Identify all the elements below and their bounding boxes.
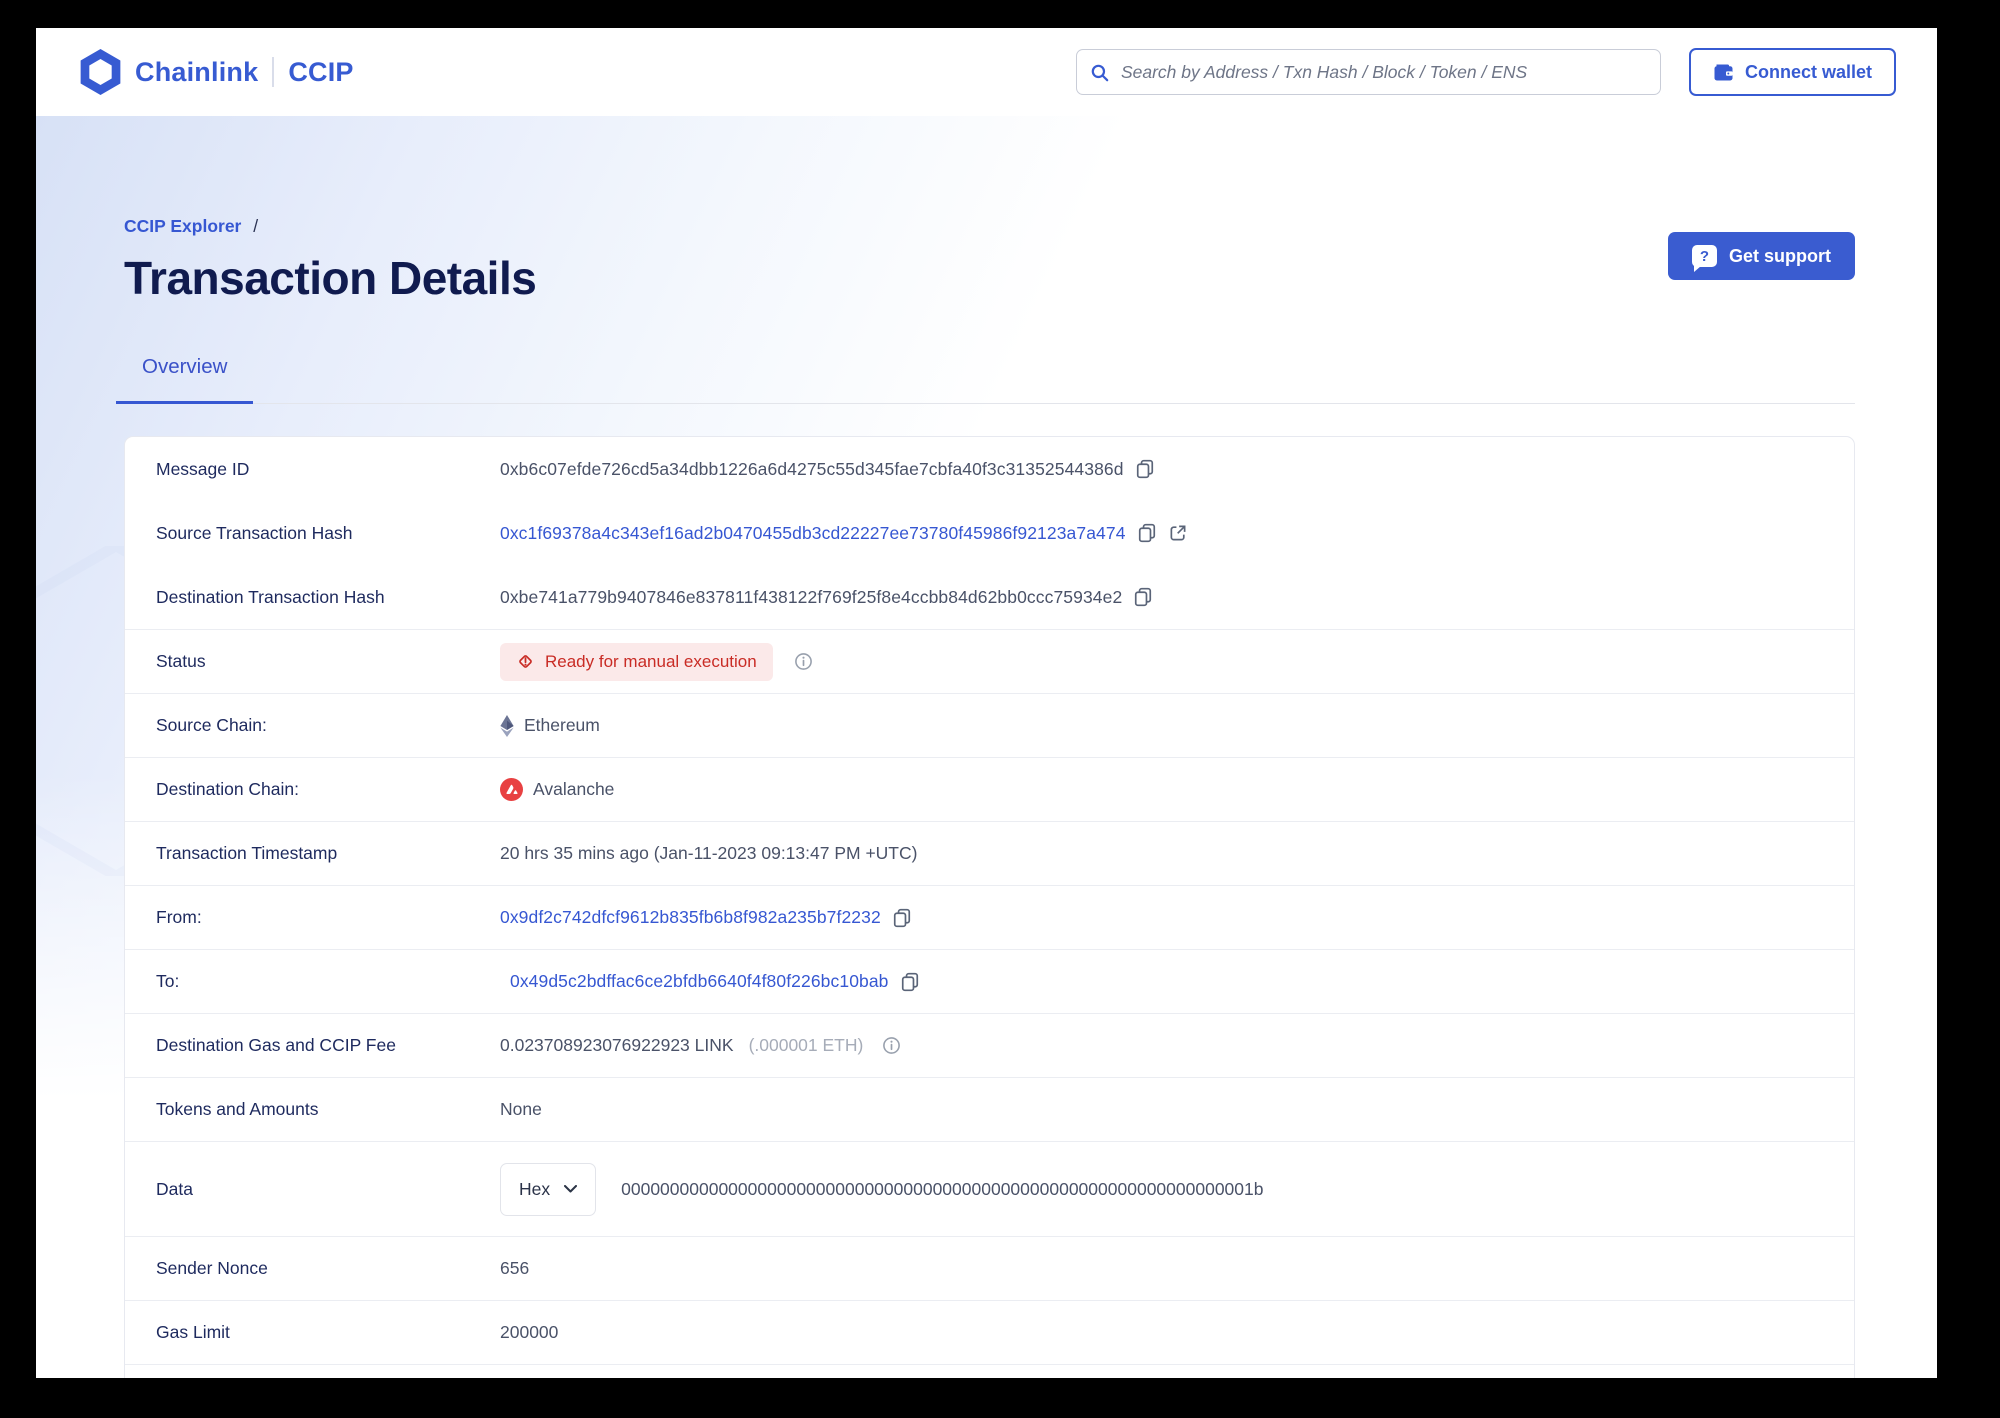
table-row-source-chain: Source Chain: Ethereum <box>125 693 1854 757</box>
source-tx-hash-link[interactable]: 0xc1f69378a4c343ef16ad2b0470455db3cd2222… <box>500 523 1126 544</box>
data-format-selected: Hex <box>519 1178 551 1199</box>
breadcrumb: CCIP Explorer / <box>124 216 536 237</box>
alert-diamond-icon <box>519 655 532 668</box>
row-label: Status <box>156 651 206 671</box>
table-row-message-id: Message ID 0xb6c07efde726cd5a34dbb1226a6… <box>125 437 1854 501</box>
table-row-source-tx-hash: Source Transaction Hash 0xc1f69378a4c343… <box>125 501 1854 565</box>
copy-icon[interactable] <box>1137 523 1157 543</box>
row-label: Destination Transaction Hash <box>156 586 385 607</box>
table-row-tokens: Tokens and Amounts None <box>125 1077 1854 1141</box>
data-format-dropdown[interactable]: Hex <box>500 1162 597 1216</box>
connect-wallet-label: Connect wallet <box>1744 61 1872 82</box>
to-address-link[interactable]: 0x49d5c2bdffac6ce2bfdb6640f4f80f226bc10b… <box>510 971 889 992</box>
source-chain-value: Ethereum <box>524 715 600 735</box>
page-header-left: CCIP Explorer / Transaction Details <box>124 216 537 305</box>
fee-value: 0.023708923076922923 LINK <box>500 1035 734 1055</box>
copy-icon[interactable] <box>892 908 912 928</box>
tab-bar: Overview <box>116 355 1855 404</box>
destination-chain-value: Avalanche <box>533 779 615 799</box>
info-icon[interactable] <box>794 652 813 671</box>
tokens-value: None <box>500 1099 542 1119</box>
row-label: From: <box>156 907 202 927</box>
chevron-down-icon <box>564 1185 578 1193</box>
row-label: Destination Gas and CCIP Fee <box>156 1035 396 1055</box>
wallet-icon <box>1714 64 1733 80</box>
message-id-value: 0xb6c07efde726cd5a34dbb1226a6d4275c55d34… <box>500 458 1124 479</box>
search-input[interactable] <box>1076 50 1660 94</box>
main-area: CCIP Explorer / Transaction Details ? Ge… <box>36 116 1937 1378</box>
ethereum-icon <box>500 714 514 737</box>
row-label: Gas Limit <box>156 1322 230 1342</box>
header-actions: Connect wallet <box>1075 48 1896 96</box>
chainlink-hexagon-icon <box>80 49 121 95</box>
fee-secondary-value: (.000001 ETH) <box>748 1035 864 1055</box>
row-label: To: <box>156 971 180 991</box>
brand-divider <box>272 57 275 87</box>
external-link-icon[interactable] <box>1168 523 1188 543</box>
data-hex-value: 0000000000000000000000000000000000000000… <box>621 1178 1264 1199</box>
top-header: Chainlink CCIP Connect wallet <box>36 28 1937 116</box>
connect-wallet-button[interactable]: Connect wallet <box>1688 48 1896 96</box>
row-label: Source Chain: <box>156 715 267 735</box>
get-support-button[interactable]: ? Get support <box>1668 232 1855 280</box>
sender-nonce-value: 656 <box>500 1258 530 1278</box>
status-badge-label: Ready for manual execution <box>545 651 757 671</box>
avalanche-icon <box>500 778 523 801</box>
from-address-link[interactable]: 0x9df2c742dfcf9612b835fb6b8f982a235b7f22… <box>500 907 881 928</box>
row-label: Transaction Timestamp <box>156 843 338 863</box>
row-label: Source Transaction Hash <box>156 522 353 543</box>
table-row-gas-limit: Gas Limit 200000 <box>125 1300 1854 1364</box>
table-row-clipped <box>125 1364 1854 1378</box>
table-row-timestamp: Transaction Timestamp 20 hrs 35 mins ago… <box>125 821 1854 885</box>
copy-icon[interactable] <box>1133 587 1153 607</box>
breadcrumb-separator: / <box>253 216 259 236</box>
destination-tx-hash-value: 0xbe741a779b9407846e837811f438122f769f25… <box>500 586 1123 607</box>
question-bubble-icon: ? <box>1692 245 1717 272</box>
get-support-label: Get support <box>1729 245 1831 266</box>
page-header: CCIP Explorer / Transaction Details ? Ge… <box>124 116 1855 305</box>
table-row-to: To: 0x49d5c2bdffac6ce2bfdb6640f4f80f226b… <box>125 949 1854 1013</box>
copy-icon[interactable] <box>900 972 920 992</box>
brand-logo[interactable]: Chainlink CCIP <box>80 49 354 95</box>
table-row-destination-chain: Destination Chain: Avalanche <box>125 757 1854 821</box>
status-badge: Ready for manual execution <box>500 642 773 681</box>
row-label: Destination Chain: <box>156 779 299 799</box>
tab-overview[interactable]: Overview <box>116 355 254 404</box>
row-label: Sender Nonce <box>156 1258 268 1278</box>
search-box <box>1075 49 1661 95</box>
timestamp-value: 20 hrs 35 mins ago (Jan-11-2023 09:13:47… <box>500 843 918 863</box>
transaction-details-card: Message ID 0xb6c07efde726cd5a34dbb1226a6… <box>124 436 1855 1378</box>
row-label: Tokens and Amounts <box>156 1099 319 1119</box>
info-icon[interactable] <box>882 1036 901 1055</box>
gas-limit-value: 200000 <box>500 1322 559 1342</box>
brand-name: Chainlink <box>135 56 259 87</box>
page-title: Transaction Details <box>124 252 537 304</box>
search-icon <box>1091 64 1109 82</box>
table-row-from: From: 0x9df2c742dfcf9612b835fb6b8f982a23… <box>125 885 1854 949</box>
table-row-fee: Destination Gas and CCIP Fee 0.023708923… <box>125 1013 1854 1077</box>
copy-icon[interactable] <box>1135 459 1155 479</box>
row-label: Message ID <box>156 458 250 479</box>
app-window: Chainlink CCIP Connect wallet <box>36 28 1937 1378</box>
table-row-sender-nonce: Sender Nonce 656 <box>125 1236 1854 1300</box>
brand-product: CCIP <box>288 56 354 87</box>
table-row-status: Status Ready for manual execution <box>125 629 1854 693</box>
row-label: Data <box>156 1178 193 1199</box>
table-row-data: Data Hex 0000000000000000000000000000000… <box>125 1141 1854 1236</box>
breadcrumb-link-ccip-explorer[interactable]: CCIP Explorer <box>124 216 241 236</box>
table-row-destination-tx-hash: Destination Transaction Hash 0xbe741a779… <box>125 565 1854 629</box>
